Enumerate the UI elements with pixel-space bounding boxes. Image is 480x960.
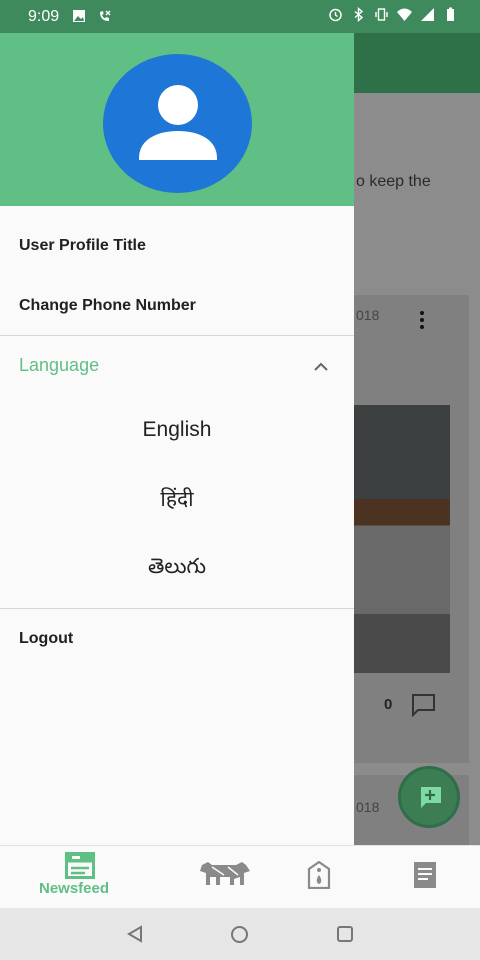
home-icon[interactable] <box>230 925 249 944</box>
status-bar: 9:09 <box>0 0 480 33</box>
comment-icon <box>412 694 435 717</box>
chevron-up-icon[interactable] <box>313 359 329 375</box>
newsfeed-icon <box>65 852 95 879</box>
more-options-icon <box>420 311 424 329</box>
navigation-drawer: User Profile Title Change Phone Number L… <box>0 33 354 845</box>
tag-icon <box>307 861 331 889</box>
divider <box>0 335 354 336</box>
document-icon <box>414 862 436 888</box>
avatar[interactable] <box>103 54 252 193</box>
post-date-2: 018 <box>356 799 380 815</box>
drawer-header <box>0 33 354 206</box>
status-icons <box>328 7 458 22</box>
nav-item-newsfeed[interactable]: Newsfeed <box>30 846 130 909</box>
recents-icon[interactable] <box>336 925 354 943</box>
divider <box>0 608 354 609</box>
bottom-navigation: Newsfeed <box>0 845 480 908</box>
drawer-item-change-phone[interactable]: Change Phone Number <box>19 297 196 315</box>
nav-item-tag[interactable] <box>295 846 345 909</box>
language-option-telugu[interactable]: తెలుగు <box>0 555 354 584</box>
drawer-item-logout[interactable]: Logout <box>19 630 73 648</box>
wifi-call-icon <box>100 10 111 21</box>
system-navigation-bar <box>0 908 480 960</box>
status-time: 9:09 <box>28 8 60 25</box>
language-option-english[interactable]: English <box>0 418 354 442</box>
battery-icon <box>447 7 454 21</box>
language-header[interactable]: Language <box>19 355 99 376</box>
drawer-item-profile-title[interactable]: User Profile Title <box>19 237 146 255</box>
post-image <box>354 405 450 673</box>
post-date: 018 <box>356 307 380 323</box>
image-icon <box>73 10 85 22</box>
new-post-fab <box>398 766 460 828</box>
signal-icon <box>421 8 434 21</box>
vibrate-icon <box>375 8 388 21</box>
background-app: o keep the 018 0 018 <box>354 33 480 845</box>
background-text: o keep the <box>356 173 431 190</box>
wifi-icon <box>397 8 412 21</box>
background-toolbar <box>354 33 480 93</box>
bluetooth-icon <box>354 7 364 22</box>
person-icon <box>139 85 217 160</box>
nav-item-cattle[interactable] <box>190 846 260 909</box>
back-icon[interactable] <box>126 925 144 943</box>
add-comment-icon <box>419 787 441 808</box>
nav-label-newsfeed: Newsfeed <box>39 880 110 897</box>
cattle-icon <box>200 862 250 885</box>
language-option-hindi[interactable]: हिंदी <box>0 485 354 513</box>
comment-count: 0 <box>384 696 393 713</box>
alarm-icon <box>329 8 342 22</box>
nav-item-document[interactable] <box>400 846 450 909</box>
